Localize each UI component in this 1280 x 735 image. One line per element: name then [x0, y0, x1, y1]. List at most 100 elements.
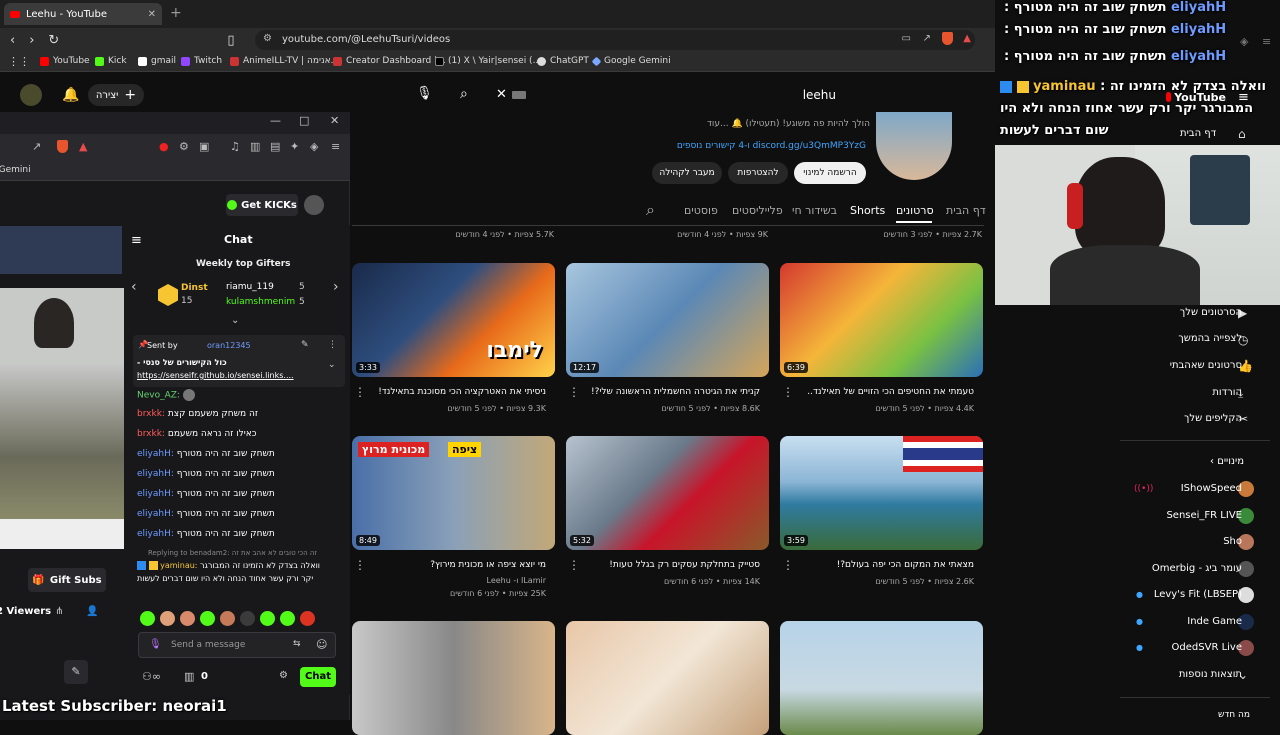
wallet-icon[interactable]: ▤ — [270, 140, 280, 153]
rewards-icon[interactable]: ▲ — [79, 140, 87, 153]
reply-context[interactable]: Replying to benadam2: זה הכי טובים לא אה… — [148, 549, 338, 557]
video-thumbnail[interactable]: 6:39 — [780, 263, 983, 377]
avatar[interactable] — [20, 84, 42, 106]
video-title[interactable]: מצאתי את המקום הכי יפה בעולם?! — [774, 560, 974, 570]
create-button[interactable]: יצירה + — [88, 84, 144, 106]
more-options-icon[interactable]: ⋮ — [328, 340, 337, 350]
forward-icon[interactable]: › — [29, 34, 34, 47]
gifter-name[interactable]: kulamshmenim — [226, 297, 295, 307]
reload-icon[interactable]: ↻ — [48, 34, 59, 47]
edit-icon[interactable]: ✎ — [64, 660, 88, 684]
video-title[interactable]: מי יוצא ציפה או מכונית מירוץ? — [346, 560, 546, 570]
gift-icon[interactable]: ▥ — [184, 670, 194, 683]
share-icon[interactable]: ↗ — [32, 140, 41, 153]
emote-icon[interactable] — [260, 611, 275, 626]
video-title[interactable]: טעמתי את החטיפים הכי הזויים של תאילנד.. — [774, 387, 974, 397]
menu-icon[interactable]: ≡ — [1262, 35, 1271, 48]
bookmark-x[interactable]: (1) X \ Yair|sensei (... — [435, 56, 541, 66]
vpn-icon[interactable]: ◈ — [1240, 35, 1248, 48]
sidebar-item-your-videos[interactable]: הסרטונים שלך — [1180, 307, 1242, 318]
add-user-icon[interactable]: 👤 — [86, 606, 98, 617]
pinned-by-user[interactable]: oran12345 — [207, 341, 251, 350]
search-bar[interactable]: ⌕ ✕ leehu — [430, 84, 850, 106]
chat-message[interactable]: eliyahH: תשחק שוב זה היה מטורף — [137, 449, 275, 459]
video-thumbnail[interactable]: מכונית מרוץ ציפה 8:49 — [352, 436, 555, 550]
emote-icon[interactable] — [180, 611, 195, 626]
bookmark-gemini[interactable]: Google Gemini — [0, 165, 31, 175]
subscription-item[interactable]: IShowSpeed — [1181, 483, 1242, 494]
tab-playlists[interactable]: פלייליסטים — [732, 204, 783, 217]
youtube-logo[interactable]: YouTube — [1166, 90, 1226, 104]
site-settings-icon[interactable]: ⚙ — [263, 33, 272, 44]
sidebar-home-label[interactable]: דף הבית — [1180, 128, 1216, 139]
collapse-chat-icon[interactable]: ≡ — [131, 233, 142, 248]
rewards-icon[interactable]: ▲ — [963, 33, 971, 44]
subscription-item[interactable]: Sensei_FR LIVE — [1166, 510, 1242, 521]
video-author[interactable]: ILamir ו- Leehu — [346, 576, 547, 585]
channel-avatar[interactable] — [876, 112, 952, 180]
chat-message[interactable]: eliyahH: תשחק שוב זה היה מטורף — [137, 489, 275, 499]
sidebar-icon[interactable]: ▥ — [250, 140, 260, 153]
video-thumbnail[interactable] — [566, 621, 769, 735]
new-tab-icon[interactable]: + — [170, 5, 182, 21]
cast-icon[interactable]: ▭ — [902, 33, 911, 44]
video-title[interactable]: קניתי את הגיטרה החשמלית הראשונה שלי?! — [560, 387, 760, 397]
close-icon[interactable]: ✕ — [330, 114, 339, 127]
more-options-icon[interactable]: ⋮ — [568, 558, 580, 572]
video-thumbnail[interactable]: 5:32 — [566, 436, 769, 550]
user-avatar[interactable] — [304, 195, 324, 215]
channel-description[interactable]: הולך להיות פה משוגע! (תעטילו) 🔔 ...עוד — [560, 119, 870, 129]
extension-icon[interactable]: ⚙ — [179, 140, 189, 153]
gift-subs-button[interactable]: 🎁 Gift Subs — [28, 568, 106, 592]
emote-icon[interactable] — [160, 611, 175, 626]
video-thumbnail[interactable]: 3:59 — [780, 436, 983, 550]
chat-message[interactable]: eliyahH: תשחק שוב זה היה מטורף — [137, 529, 275, 539]
chat-message[interactable]: yaminau: וואלה בצדק לא הזמינו זה המבורגר… — [137, 559, 332, 585]
brave-shield-icon[interactable] — [57, 140, 68, 153]
search-icon[interactable]: ⌕ — [460, 86, 468, 102]
subscription-item[interactable]: Inde Game — [1187, 616, 1242, 627]
minimize-icon[interactable]: — — [270, 114, 281, 127]
tab-posts[interactable]: פוסטים — [684, 204, 718, 217]
tab-videos[interactable]: סרטונים — [896, 204, 934, 217]
extension-icon[interactable]: ▣ — [199, 140, 209, 153]
pinned-link[interactable]: https://senseifr.github.io/sensei.links.… — [137, 371, 319, 380]
more-options-icon[interactable]: ⋮ — [782, 558, 794, 572]
more-options-icon[interactable]: ⋮ — [568, 385, 580, 399]
emote-icon[interactable] — [200, 611, 215, 626]
channel-search-icon[interactable]: ⌕ — [646, 200, 655, 220]
chat-message[interactable]: brxkk: זה משחק משעמם קצת — [137, 409, 258, 419]
subscription-item[interactable]: Levy's Fit (LBSEP) — [1154, 589, 1242, 600]
emote-icon[interactable] — [280, 611, 295, 626]
subscription-item[interactable]: Sho — [1223, 536, 1242, 547]
get-kicks-button[interactable]: Get KICKs — [226, 194, 298, 216]
microphone-icon[interactable]: 🎙 — [149, 639, 162, 650]
chat-message[interactable]: brxkk: כאילו זה נראה משעמם — [137, 429, 257, 439]
chat-message[interactable]: eliyahH: תשחק שוב זה היה מטורף — [137, 509, 275, 519]
brave-shield-icon[interactable] — [942, 32, 953, 45]
subscription-item[interactable]: OdedSVR Live — [1172, 642, 1242, 653]
gifters-next-icon[interactable]: › — [333, 279, 339, 295]
apps-grid-icon[interactable]: ⋮⋮ — [8, 55, 30, 68]
tab-shorts[interactable]: Shorts — [850, 204, 885, 217]
settings-icon[interactable]: ⚙ — [279, 670, 288, 681]
sidebar-item-watch-later[interactable]: לצפייה בהמשך — [1178, 333, 1242, 344]
menu-icon[interactable]: ≡ — [331, 140, 340, 153]
translate-icon[interactable]: ⇆ — [293, 639, 301, 649]
join-button[interactable]: להצטרפות — [728, 162, 788, 184]
bookmark-kick[interactable]: Kick — [95, 56, 127, 66]
show-more-subscriptions[interactable]: תוצאות נוספות — [1179, 669, 1242, 680]
maximize-icon[interactable]: □ — [299, 114, 309, 127]
share-icon[interactable]: ↗ — [923, 33, 931, 44]
bookmark-animeill[interactable]: AnimeILL-TV | אנימה... — [230, 56, 339, 66]
gifters-prev-icon[interactable]: ‹ — [131, 279, 137, 295]
emoji-icon[interactable]: ☺ — [316, 638, 327, 651]
home-icon[interactable]: ⌂ — [1238, 127, 1246, 141]
more-options-icon[interactable]: ⋮ — [354, 558, 366, 572]
ai-icon[interactable]: ✦ — [290, 140, 299, 153]
unpin-icon[interactable]: ✎ — [301, 340, 309, 350]
browser-tab[interactable]: Leehu - YouTube ✕ — [4, 3, 162, 25]
tab-home[interactable]: דף הבית — [946, 204, 986, 217]
video-thumbnail[interactable] — [780, 621, 983, 735]
subscriptions-title[interactable]: מינויים › — [1210, 456, 1244, 467]
